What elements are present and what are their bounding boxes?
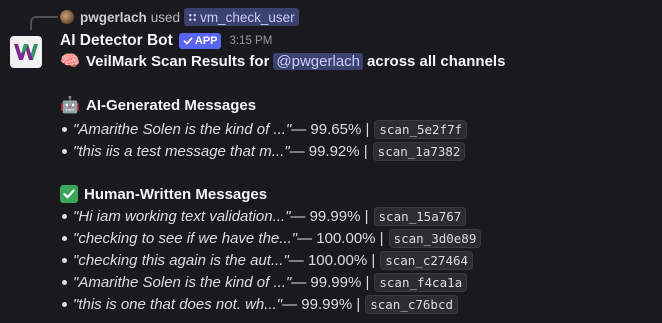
title-prefix: VeilMark Scan Results for — [86, 52, 270, 70]
verified-check-icon — [183, 37, 193, 45]
list-item: "this iis a test message that m..." — 99… — [60, 140, 466, 162]
message-excerpt: "this iis a test message that m..." — [73, 142, 290, 160]
user-mention[interactable]: @pwgerlach — [273, 52, 364, 70]
list-item: "this is one that does not. wh..." — 99.… — [60, 293, 459, 315]
check-mark-icon — [60, 185, 78, 203]
scan-id: scan_15a767 — [373, 206, 467, 226]
scan-id: scan_f4ca1a — [374, 272, 468, 292]
bullet-icon — [62, 235, 67, 241]
list-item: "checking this again is the aut..." — 10… — [60, 249, 474, 271]
scan-id: scan_c27464 — [380, 250, 474, 270]
bullet-icon — [62, 126, 67, 132]
bot-message: pwgerlach used vm_check_user AI Detector… — [0, 0, 662, 323]
command-reply-line: pwgerlach used vm_check_user — [60, 7, 299, 27]
confidence: — 99.65% | — [291, 120, 370, 138]
replied-username[interactable]: pwgerlach — [80, 10, 147, 25]
confidence: — 99.92% | — [289, 142, 368, 160]
brain-icon: 🧠 — [60, 53, 80, 70]
message-excerpt: "checking this again is the aut..." — [73, 251, 289, 269]
reply-spine — [30, 16, 58, 30]
bot-avatar[interactable] — [10, 36, 42, 68]
slash-command-icon — [188, 12, 198, 22]
confidence: — 99.99% | — [282, 295, 361, 313]
slash-command-name: vm_check_user — [200, 9, 295, 25]
confidence: — 99.99% | — [291, 273, 370, 291]
confidence: — 100.00% | — [288, 251, 376, 269]
bullet-icon — [62, 148, 67, 154]
human-heading-text: Human-Written Messages — [84, 185, 268, 203]
robot-icon: 🤖 — [60, 97, 80, 114]
results-title: 🧠 VeilMark Scan Results for @pwgerlach a… — [60, 50, 505, 72]
author-name[interactable]: AI Detector Bot — [60, 32, 173, 50]
message-excerpt: "Amarithe Solen is the kind of ..." — [73, 120, 292, 138]
message-excerpt: "Hi iam working text validation..." — [73, 207, 291, 225]
confidence: — 100.00% | — [297, 229, 384, 247]
app-tag: APP — [178, 33, 222, 49]
used-label: used — [150, 9, 181, 25]
list-item: "Hi iam working text validation..." — 99… — [60, 205, 467, 227]
ai-heading-text: AI-Generated Messages — [86, 96, 257, 114]
message-excerpt: "Amarithe Solen is the kind of ..." — [73, 273, 292, 291]
list-item: "checking to see if we have the..." — 10… — [60, 227, 482, 249]
scan-id: scan_3d0e89 — [388, 228, 482, 248]
message-timestamp[interactable]: 3:15 PM — [229, 35, 272, 47]
message-excerpt: "this is one that does not. wh..." — [73, 295, 283, 313]
list-item: "Amarithe Solen is the kind of ..." — 99… — [60, 118, 468, 140]
message-header: AI Detector Bot APP 3:15 PM — [60, 31, 272, 51]
bullet-icon — [62, 213, 67, 219]
scan-id: scan_1a7382 — [372, 141, 466, 161]
bullet-icon — [62, 257, 67, 263]
confidence: — 99.99% | — [290, 207, 369, 225]
scan-id: scan_c76bcd — [365, 294, 459, 314]
human-section-heading: Human-Written Messages — [60, 183, 267, 205]
title-suffix: across all channels — [367, 52, 506, 70]
list-item: "Amarithe Solen is the kind of ..." — 99… — [60, 271, 468, 293]
replied-user-avatar[interactable] — [60, 10, 74, 24]
bullet-icon — [62, 279, 67, 285]
message-excerpt: "checking to see if we have the..." — [73, 229, 298, 247]
app-tag-label: APP — [194, 35, 218, 47]
veilmark-logo-icon — [14, 44, 38, 60]
bullet-icon — [62, 301, 67, 307]
scan-id: scan_5e2f7f — [374, 119, 468, 139]
slash-command-chip[interactable]: vm_check_user — [184, 8, 299, 26]
ai-section-heading: 🤖 AI-Generated Messages — [60, 94, 256, 116]
